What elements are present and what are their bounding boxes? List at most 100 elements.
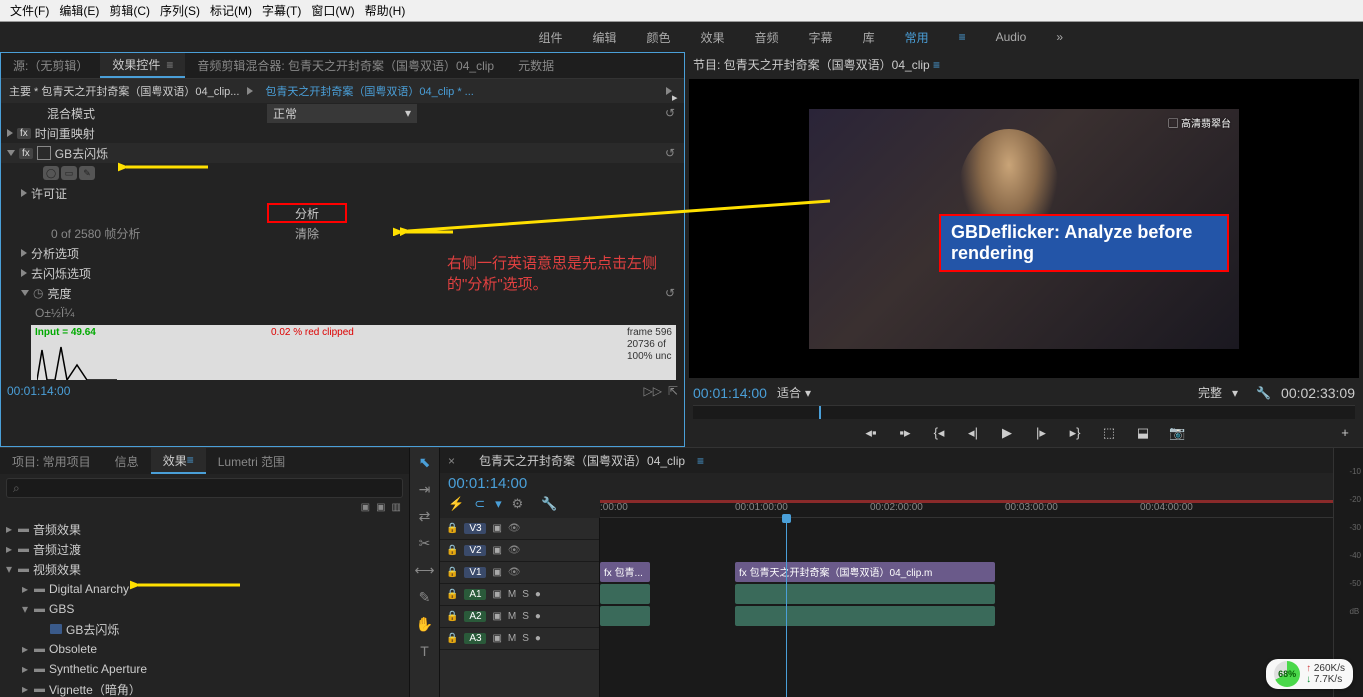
track-header-v1[interactable]: 🔒 V1 ▣ 👁 (440, 562, 599, 584)
folder-item[interactable]: ▾▬视频效果 (0, 559, 409, 579)
timeline-ruler[interactable]: :00:00 00:01:00:00 00:02:00:00 00:03:00:… (600, 500, 1333, 518)
mute-icon[interactable]: M (508, 633, 516, 644)
track-header-a1[interactable]: 🔒 A1 ▣ M S ● (440, 584, 599, 606)
program-monitor[interactable]: ▢ 高清翡翠台 GBDeflicker: Analyze before rend… (689, 79, 1359, 378)
extract-icon[interactable]: ⬓ (1135, 425, 1151, 441)
menu-caption[interactable]: 字幕(T) (258, 2, 305, 19)
time-remap-row[interactable]: fx时间重映射 (1, 123, 684, 143)
reset-icon[interactable]: ↺ (662, 106, 678, 120)
play-icon[interactable]: ▶ (999, 425, 1015, 441)
gb-deflicker-row[interactable]: fxGB去闪烁 ↺ (1, 143, 684, 163)
toggle-output-icon[interactable]: ▣ (492, 523, 501, 534)
expand-icon[interactable]: ▸ (22, 682, 34, 696)
timeline-toggle-icon[interactable]: ▸ (666, 87, 672, 95)
expand-icon[interactable] (7, 150, 15, 156)
stopwatch-icon[interactable]: ◷ (33, 286, 43, 300)
pen-tool-icon[interactable]: ✎ (419, 589, 431, 606)
reset-icon[interactable]: ↺ (662, 286, 678, 300)
record-icon[interactable]: ● (535, 633, 541, 644)
tab-audio-mixer[interactable]: 音频剪辑混合器: 包青天之开封奇案（国粤双语）04_clip (185, 53, 506, 78)
analyze-button[interactable]: 分析 (267, 203, 347, 223)
expand-icon[interactable]: ▸ (22, 582, 34, 596)
track-header-v3[interactable]: 🔒 V3 ▣ 👁 (440, 518, 599, 540)
track-header-a3[interactable]: 🔒 A3 ▣ M S ● (440, 628, 599, 650)
folder-item[interactable]: ▸▬音频效果 (0, 519, 409, 539)
folder-item[interactable]: ▾▬GBS (0, 599, 409, 619)
hamburger-icon[interactable]: ≡ (166, 58, 173, 72)
video-clip-long[interactable]: fx 包青天之开封奇案（国粤双语）04_clip.m (735, 562, 995, 582)
menu-file[interactable]: 文件(F) (6, 2, 53, 19)
track-header-a2[interactable]: 🔒 A2 ▣ M S ● (440, 606, 599, 628)
tab-source[interactable]: 源:（无剪辑） (1, 53, 100, 78)
mute-icon[interactable]: M (508, 589, 516, 600)
ws-libraries[interactable]: 库 (863, 29, 875, 46)
expand-icon[interactable] (21, 290, 29, 296)
tab-metadata[interactable]: 元数据 (506, 53, 566, 78)
ws-editing[interactable]: 编辑 (592, 29, 616, 46)
toggle-output-icon[interactable]: ▣ (492, 611, 501, 622)
go-to-out-icon[interactable]: ▸} (1067, 425, 1083, 441)
toggle-output-icon[interactable]: ▣ (492, 545, 501, 556)
selection-tool-icon[interactable]: ⬉ (419, 454, 431, 471)
track-header-v2[interactable]: 🔒 V2 ▣ 👁 (440, 540, 599, 562)
zoom-dropdown[interactable]: 完整 (1198, 384, 1222, 401)
loop-icon[interactable]: ▷▷ (643, 384, 661, 398)
expand-icon[interactable] (21, 249, 27, 257)
video-clip-short[interactable]: fx 包青... (600, 562, 650, 582)
ws-captions[interactable]: 字幕 (809, 29, 833, 46)
type-tool-icon[interactable]: T (420, 643, 429, 659)
marker-icon[interactable]: ▾ (495, 496, 502, 512)
reset-icon[interactable]: ↺ (662, 146, 678, 160)
lock-icon[interactable]: 🔒 (446, 633, 458, 644)
eye-icon[interactable]: 👁 (508, 545, 521, 556)
add-button-icon[interactable]: + (1337, 425, 1353, 440)
menu-edit[interactable]: 编辑(E) (55, 2, 103, 19)
eye-icon[interactable]: 👁 (508, 523, 521, 534)
eye-icon[interactable]: 👁 (508, 567, 521, 578)
track-label[interactable]: V2 (464, 545, 486, 556)
program-scrubber[interactable] (693, 405, 1355, 419)
track-label[interactable]: V1 (464, 567, 486, 578)
folder-item[interactable]: ▸▬Obsolete (0, 639, 409, 659)
expand-icon[interactable]: ▾ (6, 562, 18, 576)
folder-item[interactable]: ▸▬音频过渡 (0, 539, 409, 559)
tab-effects[interactable]: 效果 ≡ (151, 448, 206, 474)
toggle-output-icon[interactable]: ▣ (492, 589, 501, 600)
mask-pen-icon[interactable]: ✎ (79, 166, 95, 180)
settings-icon[interactable]: 🔧 (1256, 386, 1271, 400)
settings-icon[interactable]: ⚙ (512, 496, 524, 512)
audio-clip-a1-short[interactable] (600, 584, 650, 604)
close-icon[interactable]: × (448, 454, 455, 468)
ws-audio[interactable]: 音频 (755, 29, 779, 46)
expand-icon[interactable]: ▸ (6, 542, 18, 556)
folder-item[interactable]: ▸▬Vignette（暗角） (0, 679, 409, 697)
step-forward-icon[interactable]: |▸ (1033, 425, 1049, 441)
deflicker-options-row[interactable]: 去闪烁选项 右侧一行英语意思是先点击左侧的"分析"选项。 (1, 263, 684, 283)
timeline-tab[interactable]: × 包青天之开封奇案（国粤双语）04_clip ≡ (440, 448, 1333, 473)
tab-info[interactable]: 信息 (103, 448, 151, 474)
expand-icon[interactable] (21, 189, 27, 197)
expand-icon[interactable] (21, 269, 27, 277)
ws-more[interactable]: » (1056, 30, 1063, 44)
fit-dropdown[interactable]: 适合 (777, 384, 801, 401)
filter-icon-2[interactable]: ▣ (376, 502, 385, 513)
ws-color[interactable]: 颜色 (647, 29, 671, 46)
expand-icon[interactable]: ▾ (22, 602, 34, 616)
effect-item[interactable]: GB去闪烁 (0, 619, 409, 639)
solo-icon[interactable]: S (522, 611, 529, 622)
effects-search-input[interactable]: ⌕ (6, 478, 403, 498)
lock-icon[interactable]: 🔒 (446, 523, 458, 534)
ripple-tool-icon[interactable]: ⇄ (419, 508, 431, 525)
lock-icon[interactable]: 🔒 (446, 567, 458, 578)
wrench-icon[interactable]: 🔧 (541, 496, 557, 512)
sequence-link[interactable]: 包青天之开封奇案（国粤双语）04_clip * ... (265, 83, 473, 99)
mask-ellipse-icon[interactable]: ◯ (43, 166, 59, 180)
luminance-row[interactable]: ◷亮度 ↺ (1, 283, 684, 303)
filter-icon-1[interactable]: ▣ (361, 502, 370, 513)
record-icon[interactable]: ● (535, 589, 541, 600)
mark-in-icon[interactable]: ◂▪ (863, 425, 879, 441)
mark-out-icon[interactable]: ▪▸ (897, 425, 913, 441)
audio-clip-a2-long[interactable] (735, 606, 995, 626)
linked-selection-icon[interactable]: ⊂ (474, 496, 485, 512)
lock-icon[interactable]: 🔒 (446, 589, 458, 600)
